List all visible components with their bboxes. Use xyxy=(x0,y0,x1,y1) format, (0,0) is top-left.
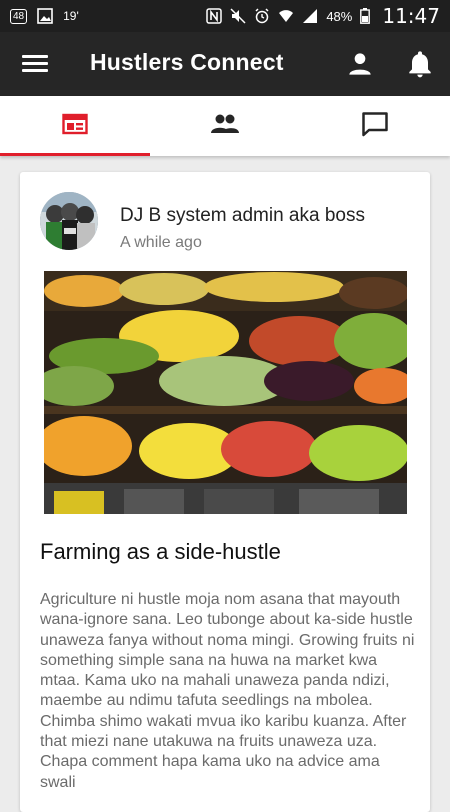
active-tab-indicator xyxy=(0,153,150,156)
notifications-bell-icon[interactable] xyxy=(404,48,436,80)
avatar[interactable] xyxy=(40,192,98,250)
nfc-icon xyxy=(206,8,223,24)
alarm-icon xyxy=(254,8,270,24)
profile-icon[interactable] xyxy=(344,48,376,80)
clock: 11:47 xyxy=(382,4,440,28)
wifi-icon xyxy=(278,8,294,24)
mute-icon xyxy=(230,8,246,24)
post-body: Agriculture ni hustle moja nom asana tha… xyxy=(40,591,415,791)
tab-bar xyxy=(0,96,450,156)
battery-icon xyxy=(360,8,371,24)
post-title[interactable]: Farming as a side-hustle xyxy=(40,539,281,565)
signal-icon xyxy=(302,8,318,24)
tab-chat[interactable] xyxy=(300,96,450,156)
battery-percent: 48% xyxy=(326,8,353,24)
tab-feed[interactable] xyxy=(0,96,150,156)
notification-count-badge: 48 xyxy=(10,8,28,24)
menu-icon[interactable] xyxy=(20,50,50,78)
app-bar: Hustlers Connect xyxy=(0,32,450,96)
post-timestamp: A while ago xyxy=(120,234,202,251)
chat-icon xyxy=(361,111,389,142)
post-card[interactable]: DJ B system admin aka boss A while ago F… xyxy=(20,172,430,812)
gallery-icon xyxy=(37,8,53,24)
app-title: Hustlers Connect xyxy=(90,49,284,75)
temperature-text: 19' xyxy=(63,9,79,23)
post-image-fruit-market[interactable] xyxy=(34,271,414,514)
tab-people[interactable] xyxy=(150,96,300,156)
people-icon xyxy=(210,113,240,140)
post-author[interactable]: DJ B system admin aka boss xyxy=(120,205,365,227)
feed-icon xyxy=(62,113,88,140)
status-bar: 48 19' 48% 11:47 xyxy=(0,0,450,32)
